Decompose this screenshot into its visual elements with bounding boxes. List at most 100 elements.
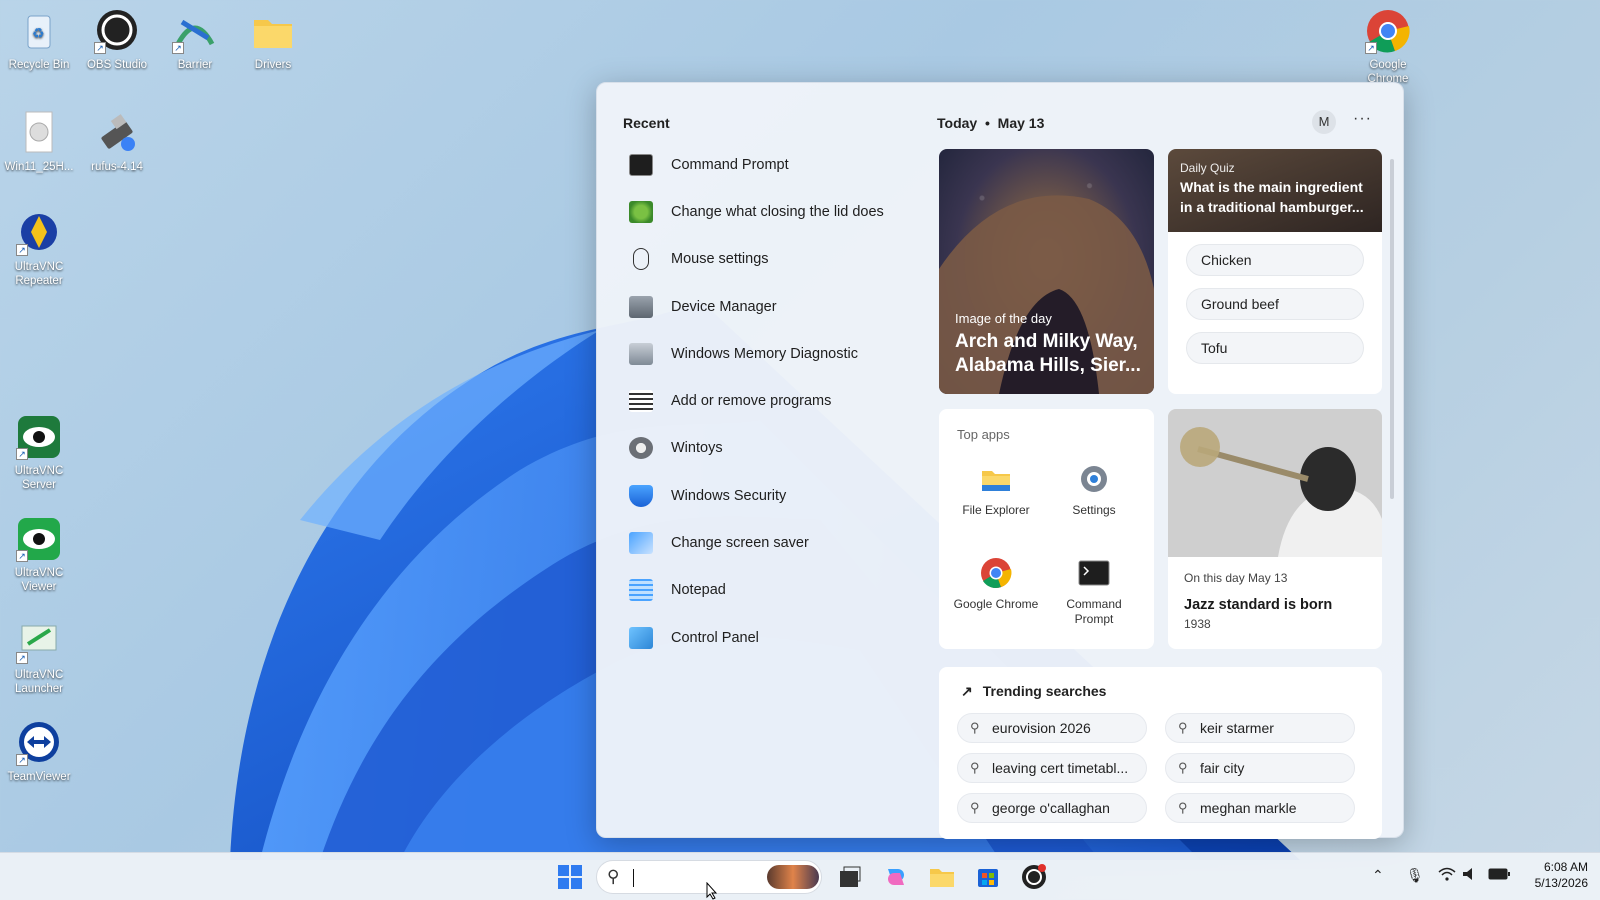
mouse-cursor-icon (706, 881, 718, 900)
folder-icon (250, 8, 296, 54)
recent-item-wintoys[interactable]: Wintoys (621, 425, 911, 472)
on-this-day-card[interactable]: On this day May 13 Jazz standard is born… (1168, 409, 1382, 649)
panel-scrollbar[interactable] (1390, 159, 1394, 499)
barrier-icon: ↗ (172, 8, 218, 54)
launcher-icon: ↗ (16, 618, 62, 664)
quiz-kicker: Daily Quiz (1180, 161, 1235, 175)
wifi-icon[interactable] (1438, 867, 1456, 884)
trumpet-photo (1168, 409, 1382, 557)
control-panel-icon (629, 626, 653, 649)
trending-searches-card: ↗ Trending searches ⚲ eurovision 2026 ⚲ kei… (939, 667, 1382, 839)
teamviewer-icon: ↗ (16, 720, 62, 766)
svg-text:♻: ♻ (32, 25, 45, 41)
microphone-icon[interactable]: 🎙 (1406, 867, 1424, 884)
desktop-icon-recycle-bin[interactable]: ♻ Recycle Bin (0, 8, 78, 72)
trending-search-item[interactable]: ⚲ fair city (1165, 753, 1355, 783)
search-icon: ⚲ (1178, 720, 1188, 735)
recent-item-notepad[interactable]: Notepad (621, 567, 911, 614)
trending-search-item[interactable]: ⚲ eurovision 2026 (957, 713, 1147, 743)
recent-item-memory-diagnostic[interactable]: Windows Memory Diagnostic (621, 330, 911, 377)
chrome-icon: ↗ (1365, 8, 1411, 54)
quiz-option[interactable]: Chicken (1186, 244, 1364, 276)
quiz-option[interactable]: Ground beef (1186, 288, 1364, 320)
recycle-bin-icon: ♻ (16, 8, 62, 54)
trending-arrow-icon: ↗ (961, 683, 973, 699)
file-explorer-taskbar-button[interactable] (928, 863, 956, 891)
desktop-icon-rufus[interactable]: rufus-4.14 (78, 110, 156, 174)
clock-time: 6:08 AM (1543, 860, 1588, 874)
desktop-icon-ultravnc-server[interactable]: ↗ UltraVNC Server (0, 414, 78, 492)
trending-search-item[interactable]: ⚲ leaving cert timetabl... (957, 753, 1147, 783)
top-apps-title: Top apps (957, 427, 1010, 442)
image-of-the-day-title: Arch and Milky Way, Alabama Hills, Sier.… (955, 331, 1141, 376)
memory-icon (629, 342, 653, 365)
recent-item-device-manager[interactable]: Device Manager (621, 283, 911, 330)
ultravnc-repeater-icon: ↗ (16, 210, 62, 256)
volume-icon[interactable] (1462, 867, 1478, 884)
monitor-icon (629, 532, 653, 555)
recent-item-windows-security[interactable]: Windows Security (621, 472, 911, 519)
top-app-command-prompt[interactable]: Command Prompt (1049, 557, 1139, 627)
taskbar: ⚲ ⌃ 🎙 6:08 AM 5/13/2026 (0, 852, 1600, 900)
start-button[interactable] (556, 863, 584, 891)
battery-icon[interactable] (1488, 867, 1510, 883)
avatar[interactable]: M (1312, 110, 1336, 134)
eye-icon: ↗ (16, 414, 62, 460)
recent-item-command-prompt[interactable]: Command Prompt (621, 141, 911, 188)
top-app-google-chrome[interactable]: Google Chrome (951, 557, 1041, 612)
desktop-icon-teamviewer[interactable]: ↗ TeamViewer (0, 720, 78, 784)
desktop-icon-google-chrome[interactable]: ↗ Google Chrome (1349, 8, 1427, 86)
obs-taskbar-button[interactable] (1020, 863, 1048, 891)
desktop-icon-ultravnc-repeater[interactable]: ↗ UltraVNC Repeater (0, 210, 78, 288)
copilot-button[interactable] (882, 863, 910, 891)
recent-item-control-panel[interactable]: Control Panel (621, 614, 911, 661)
notepad-icon (629, 579, 653, 602)
image-of-the-day-kicker: Image of the day (955, 311, 1052, 326)
quiz-question: What is the main ingredient in a traditi… (1180, 179, 1364, 215)
search-icon: ⚲ (970, 760, 980, 775)
desktop-icon-drivers[interactable]: Drivers (234, 8, 312, 72)
desktop-icon-ultravnc-viewer[interactable]: ↗ UltraVNC Viewer (0, 516, 78, 594)
desktop-icon-barrier[interactable]: ↗ Barrier (156, 8, 234, 72)
recent-item-screen-saver[interactable]: Change screen saver (621, 519, 911, 566)
store-button[interactable] (974, 863, 1002, 891)
on-this-day-kicker: On this day May 13 (1184, 571, 1288, 585)
recent-item-lid-setting[interactable]: Change what closing the lid does (621, 188, 911, 235)
desktop-icon-ultravnc-launcher[interactable]: ↗ UltraVNC Launcher (0, 618, 78, 696)
search-home-panel: Recent Command Prompt Change what closin… (596, 82, 1404, 839)
show-hidden-icons-chevron-icon[interactable]: ⌃ (1372, 867, 1384, 884)
top-app-settings[interactable]: Settings (1049, 463, 1139, 518)
task-view-button[interactable] (836, 863, 864, 891)
taskbar-clock[interactable]: 6:08 AM 5/13/2026 (1518, 859, 1588, 891)
recent-item-add-remove-programs[interactable]: Add or remove programs (621, 377, 911, 424)
on-this-day-year: 1938 (1184, 617, 1211, 631)
top-app-file-explorer[interactable]: File Explorer (951, 463, 1041, 518)
trending-search-item[interactable]: ⚲ george o'callaghan (957, 793, 1147, 823)
quiz-option[interactable]: Tofu (1186, 332, 1364, 364)
more-options-button[interactable]: ··· (1353, 110, 1372, 128)
daily-quiz-card: Daily Quiz What is the main ingredient i… (1168, 149, 1382, 394)
clock-date: 5/13/2026 (1534, 876, 1588, 890)
list-icon (629, 390, 653, 413)
eye-icon: ↗ (16, 516, 62, 562)
search-icon: ⚲ (970, 720, 980, 735)
trending-search-item[interactable]: ⚲ keir starmer (1165, 713, 1355, 743)
trending-search-item[interactable]: ⚲ meghan markle (1165, 793, 1355, 823)
search-icon: ⚲ (1178, 760, 1188, 775)
today-header: Today • May 13 (937, 115, 1045, 131)
usb-icon (94, 110, 140, 156)
disc-image-icon (16, 110, 62, 156)
search-icon: ⚲ (607, 867, 620, 886)
cmd-icon (629, 153, 653, 176)
cmd-icon (1078, 557, 1110, 589)
desktop-icon-win11-iso[interactable]: Win11_25H... (0, 110, 78, 174)
search-icon: ⚲ (1178, 800, 1188, 815)
shield-icon (629, 484, 653, 507)
recent-title: Recent (623, 115, 670, 131)
recent-item-mouse-settings[interactable]: Mouse settings (621, 236, 911, 283)
text-cursor (633, 869, 634, 887)
trending-title: ↗ Trending searches (961, 683, 1107, 699)
device-manager-icon (629, 295, 653, 318)
desktop-icon-obs[interactable]: ↗ OBS Studio (78, 8, 156, 72)
image-of-the-day-card[interactable]: Image of the day Arch and Milky Way, Ala… (939, 149, 1154, 394)
